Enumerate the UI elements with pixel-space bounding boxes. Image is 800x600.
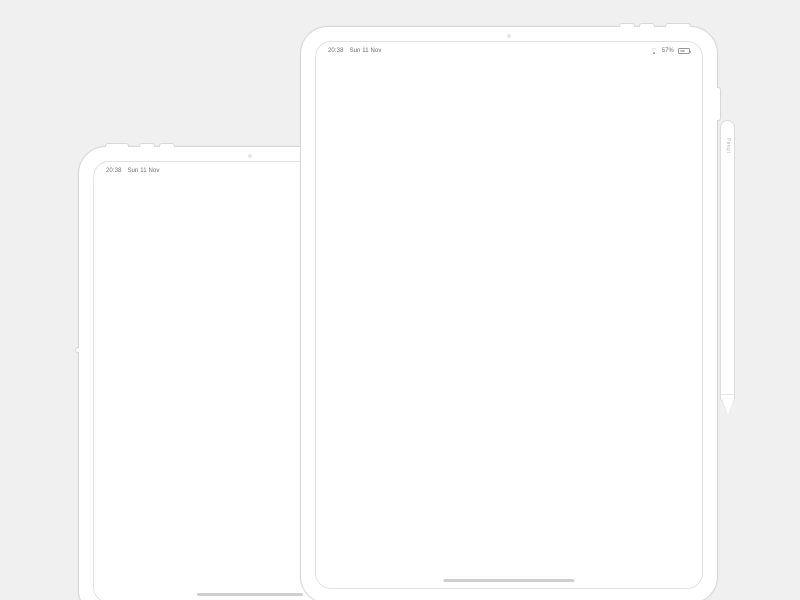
power-button	[105, 143, 129, 147]
volume-down-button	[159, 143, 175, 147]
status-time: 20:38	[106, 168, 122, 174]
pencil-tip	[722, 399, 734, 415]
ipad-large-device: 20:38 Sun 11 Nov 57%	[300, 26, 718, 600]
status-date: Sun 11 Nov	[128, 168, 160, 174]
status-time: 20:38	[328, 48, 344, 54]
battery-percent: 57%	[662, 48, 674, 54]
front-camera	[507, 34, 511, 38]
ipad-large-screen: 20:38 Sun 11 Nov 57%	[315, 41, 703, 589]
pencil-label: Pencil	[725, 138, 731, 153]
volume-down-button	[619, 23, 635, 27]
front-camera	[248, 154, 252, 158]
wifi-icon	[650, 48, 658, 54]
volume-up-button	[139, 143, 155, 147]
pencil-engraving: Pencil	[725, 135, 731, 153]
apple-pencil: Pencil	[720, 120, 735, 402]
pencil-band	[721, 394, 734, 395]
power-button	[665, 23, 691, 27]
status-date: Sun 11 Nov	[350, 48, 382, 54]
volume-up-button	[639, 23, 655, 27]
battery-icon	[678, 48, 690, 54]
side-button	[717, 87, 721, 121]
status-bar: 20:38 Sun 11 Nov 57%	[328, 48, 690, 54]
mockup-stage: 20:38 Sun 11 Nov 57% 20:38	[0, 0, 800, 600]
home-indicator	[197, 593, 303, 596]
home-indicator	[443, 579, 574, 582]
smart-connector	[75, 347, 79, 353]
